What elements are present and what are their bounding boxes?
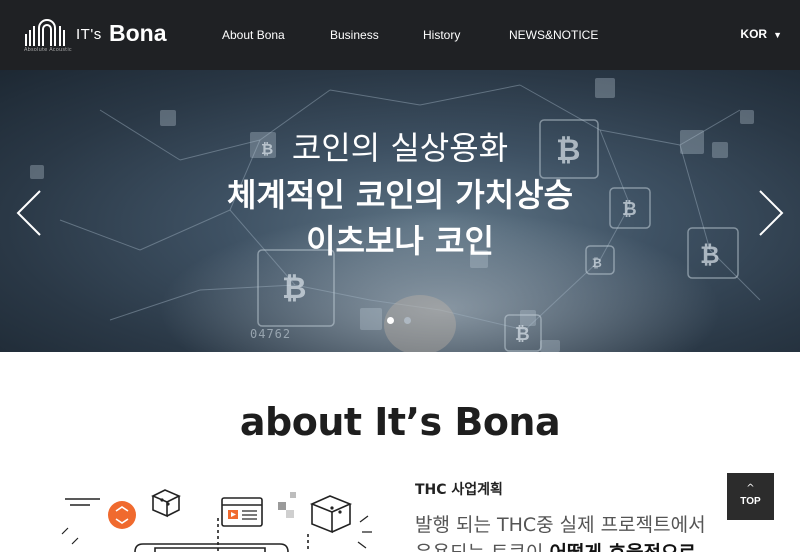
hero-headline-3: 이츠보나 코인 (306, 222, 494, 260)
business-plan-subtitle: THC 사업계획 (415, 482, 503, 498)
svg-text:₿: ₿ (282, 271, 306, 306)
nav-about-bona[interactable]: About Bona (222, 28, 285, 42)
site-header: Absolute Acoustic IT's Bona About Bona B… (0, 0, 800, 70)
about-body-line-2-text: 운용되는 토큰이 (415, 542, 549, 552)
top-button-label: TOP (740, 496, 761, 507)
svg-text:₿: ₿ (515, 324, 530, 345)
background-number: 04762 (250, 327, 291, 341)
scroll-to-top-button[interactable]: ^ TOP (727, 473, 774, 520)
about-body-line-1: 발행 되는 THC중 실제 프로젝트에서 (415, 514, 706, 536)
next-slide-arrow-icon[interactable] (756, 188, 786, 238)
about-body-line-2-emphasis: 어떻게 효율적으로 (549, 542, 695, 552)
nav-business[interactable]: Business (330, 28, 379, 42)
logo-tagline: Absolute Acoustic (24, 47, 72, 53)
hero-slider: ₿ ₿ ₿ ₿ ₿ ₿ ₿ 04762 코인의 실상용화 체계적인 코인의 가치… (0, 70, 800, 352)
business-illustration (61, 489, 372, 552)
slider-dot-2[interactable] (404, 317, 411, 324)
hero-headline-1: 코인의 실상용화 (291, 129, 509, 167)
logo-name: Bona (109, 20, 167, 46)
hero-headline-2: 체계적인 코인의 가치상승 (226, 176, 574, 214)
language-selector[interactable]: KOR ▼ (740, 27, 782, 41)
nav-history[interactable]: History (423, 28, 460, 42)
site-logo[interactable]: Absolute Acoustic IT's Bona (24, 16, 174, 56)
about-section-title: about It’s Bona (239, 400, 561, 444)
chevron-up-icon: ^ (746, 483, 755, 494)
caret-down-icon: ▼ (773, 30, 782, 40)
language-label: KOR (740, 27, 768, 41)
prev-slide-arrow-icon[interactable] (14, 188, 44, 238)
about-body-line-2: 운용되는 토큰이 어떻게 효율적으로 (415, 538, 696, 552)
slider-pagination (384, 315, 418, 325)
logo-prefix: IT's (76, 26, 102, 43)
nav-news-notice[interactable]: NEWS&NOTICE (509, 28, 598, 42)
slider-dot-1[interactable] (387, 317, 394, 324)
